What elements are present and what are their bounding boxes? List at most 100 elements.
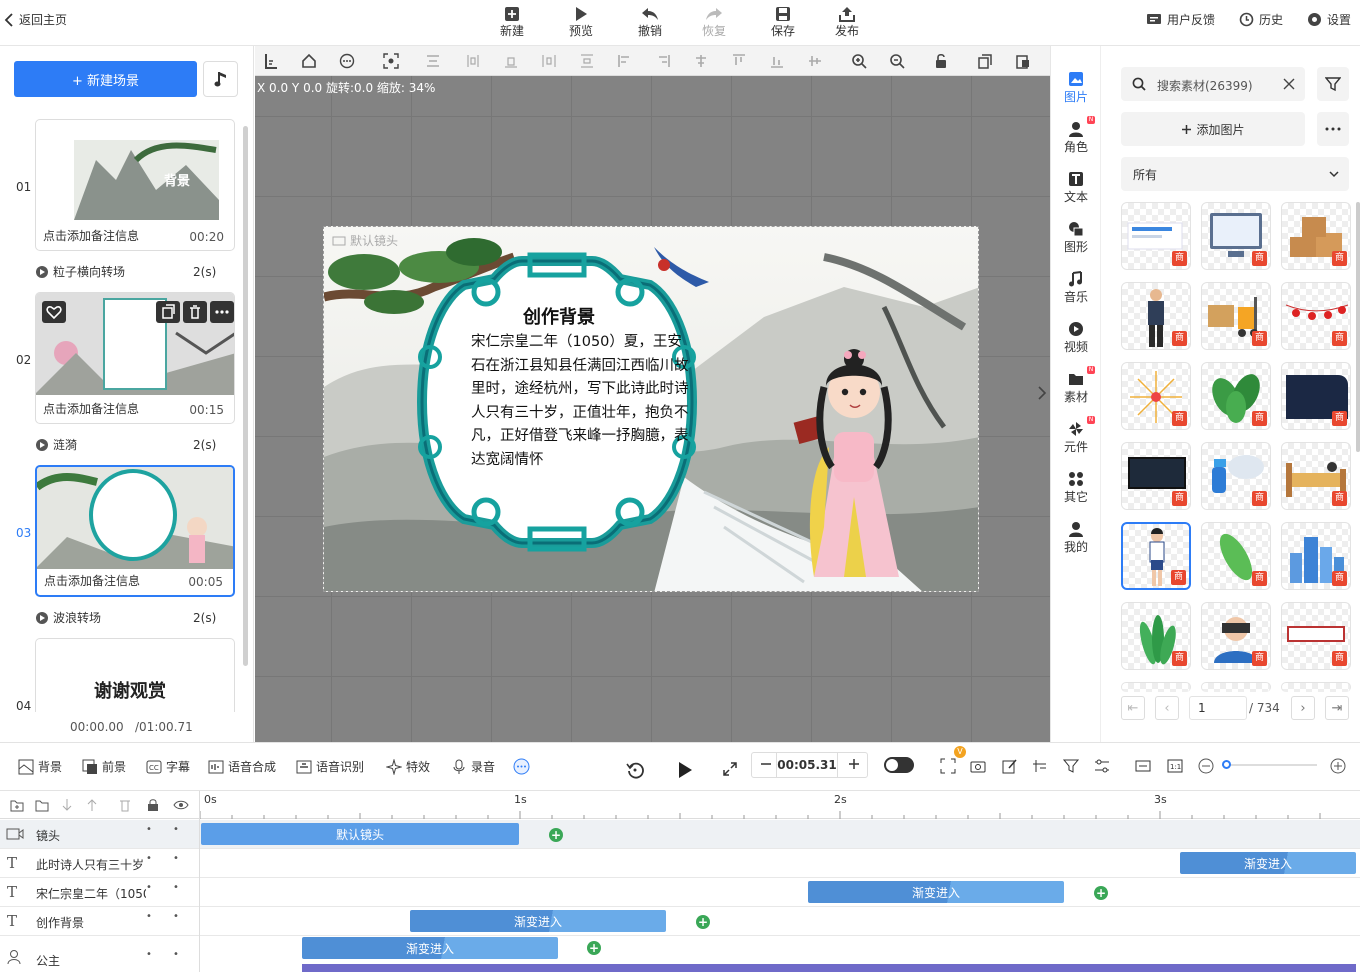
track-text[interactable]: T 此时诗人只有三十岁 • • 渐变进入	[0, 849, 1360, 878]
asset-item-man[interactable]: 商	[1121, 282, 1191, 350]
track-clip[interactable]: 渐变进入	[808, 881, 1064, 903]
tool-more[interactable]	[513, 758, 530, 775]
timeline-ruler[interactable]: 0s 1s 2s 3s	[200, 791, 1360, 819]
eye-icon[interactable]	[173, 798, 189, 812]
poem-title-text[interactable]: 创作背景	[324, 303, 794, 329]
new-scene-button[interactable]: + 新建场景	[14, 61, 197, 97]
tool-effects[interactable]: 特效	[386, 758, 430, 775]
add-keyframe-icon[interactable]: +	[549, 828, 563, 842]
add-keyframe-icon[interactable]: +	[587, 941, 601, 955]
play-button[interactable]	[677, 761, 693, 779]
tool-filter[interactable]	[1063, 758, 1079, 774]
track-dots[interactable]: •	[146, 949, 152, 960]
copy-scene-button[interactable]	[156, 301, 180, 323]
first-page-button[interactable]: ⇤	[1121, 696, 1145, 720]
asset-item-forklift[interactable]: 商	[1201, 282, 1271, 350]
tool-snapshot[interactable]	[970, 758, 986, 774]
lock-icon[interactable]	[146, 798, 160, 812]
scene-note[interactable]: 点击添加备注信息	[43, 400, 139, 417]
align-top-icon[interactable]	[503, 53, 519, 69]
scene-note[interactable]: 点击添加备注信息	[43, 227, 139, 244]
ruler-icon[interactable]	[264, 53, 278, 69]
tool-fit-width[interactable]	[1135, 758, 1151, 774]
track-text[interactable]: T 宋仁宗皇二年（1050 • • 渐变进入 +	[0, 878, 1360, 907]
copy-icon[interactable]	[977, 53, 993, 69]
history-link[interactable]: 历史	[1239, 11, 1283, 28]
transition-item[interactable]: 波浪转场 2(s)	[36, 609, 216, 626]
expand-button[interactable]	[722, 761, 738, 777]
save-button[interactable]: 保存	[758, 2, 808, 42]
asset-item-leaves[interactable]: 商	[1201, 362, 1271, 430]
asset-item-leaf[interactable]: 商	[1201, 522, 1271, 590]
align-top-edge-icon[interactable]	[731, 53, 747, 69]
favorite-button[interactable]	[42, 301, 66, 323]
asset-item-city[interactable]: 商	[1281, 522, 1351, 590]
undo-button[interactable]: 撤销	[625, 2, 675, 42]
asset-item-tv[interactable]: 商	[1121, 442, 1191, 510]
folder-icon[interactable]	[35, 798, 49, 812]
align-left-edge-icon[interactable]	[617, 53, 633, 69]
home-icon[interactable]	[301, 53, 317, 69]
back-home-link[interactable]: 返回主页	[4, 11, 67, 28]
focus-icon[interactable]	[383, 53, 399, 69]
chevron-right-icon[interactable]	[1037, 386, 1047, 400]
asset-search[interactable]: 搜索素材(26399)	[1121, 67, 1305, 101]
category-video[interactable]: 视频	[1051, 320, 1101, 355]
category-text[interactable]: 文本	[1051, 170, 1101, 205]
align-hcenter-icon[interactable]	[693, 53, 709, 69]
tool-split[interactable]	[1032, 758, 1048, 774]
asset-category-select[interactable]: 所有	[1121, 157, 1349, 191]
tool-camera-frame[interactable]	[940, 758, 956, 774]
category-component[interactable]: N 元件	[1051, 416, 1101, 455]
asset-item-lanterns[interactable]: 商	[1281, 282, 1351, 350]
distribute-h-icon[interactable]	[541, 53, 557, 69]
toggle-switch[interactable]	[884, 757, 914, 773]
category-material[interactable]: N 素材	[1051, 366, 1101, 405]
track-text[interactable]: T 创作背景 • • 渐变进入 +	[0, 907, 1360, 936]
minus-icon[interactable]	[760, 757, 772, 771]
track-clip[interactable]: 渐变进入	[302, 937, 558, 959]
asset-scrollbar[interactable]	[1356, 202, 1360, 452]
track-clip[interactable]: 渐变进入	[410, 910, 666, 932]
tool-actual-size[interactable]: 1:1	[1167, 758, 1183, 774]
add-keyframe-icon[interactable]: +	[696, 915, 710, 929]
zoom-out-icon[interactable]	[889, 53, 905, 69]
filter-button[interactable]	[1317, 67, 1349, 101]
track-dots[interactable]: •	[146, 911, 152, 922]
scene-card[interactable]: 谢谢观赏	[35, 638, 235, 718]
track-clip[interactable]: 默认镜头	[201, 823, 519, 845]
asset-item-spray[interactable]: 商	[1201, 442, 1271, 510]
track-clip[interactable]: 渐变进入	[1180, 852, 1356, 874]
tool-tts[interactable]: 语音合成	[208, 758, 276, 775]
zoom-slider[interactable]	[1222, 760, 1317, 769]
track-dots[interactable]: •	[173, 949, 179, 960]
tool-background[interactable]: 背景	[18, 758, 62, 775]
clear-search-icon[interactable]	[1283, 78, 1295, 90]
track-camera[interactable]: 镜头 • • 默认镜头 +	[0, 820, 1360, 849]
more-circle-icon[interactable]	[339, 53, 355, 69]
category-other[interactable]: 其它	[1051, 470, 1101, 505]
replay-button[interactable]	[626, 761, 644, 779]
move-up-icon[interactable]	[85, 798, 99, 812]
category-music[interactable]: 音乐	[1051, 270, 1101, 305]
asset-item-bed[interactable]: 商	[1281, 442, 1351, 510]
asset-item-partial[interactable]	[1201, 682, 1271, 692]
asset-item-banner[interactable]: 商	[1281, 602, 1351, 670]
poem-body-text[interactable]: 宋仁宗皇二年（1050）夏，王安石在浙江县知县任满回江西临川故里时，途经杭州，写…	[471, 331, 693, 472]
scene-card[interactable]: 背景 点击添加备注信息 00:20	[35, 119, 235, 251]
transition-item[interactable]: 涟漪 2(s)	[36, 436, 216, 453]
zoom-out-timeline[interactable]	[1198, 758, 1214, 774]
settings-link[interactable]: 设置	[1307, 11, 1351, 28]
publish-button[interactable]: 发布	[822, 2, 872, 42]
tool-subtitle[interactable]: CC 字幕	[146, 758, 190, 775]
zoom-in-timeline[interactable]	[1330, 758, 1346, 774]
track-character[interactable]: 公主 • • 渐变进入 +	[0, 936, 1360, 972]
distribute-v-icon[interactable]	[579, 53, 595, 69]
tool-adjust[interactable]	[1094, 758, 1110, 774]
add-keyframe-icon[interactable]: +	[1094, 886, 1108, 900]
asset-item-webpage[interactable]: 商	[1121, 202, 1191, 270]
tool-foreground[interactable]: 前景	[82, 758, 126, 775]
prev-page-button[interactable]: ‹	[1155, 696, 1179, 720]
last-page-button[interactable]: ⇥	[1325, 696, 1349, 720]
feedback-link[interactable]: 用户反馈	[1146, 11, 1215, 28]
